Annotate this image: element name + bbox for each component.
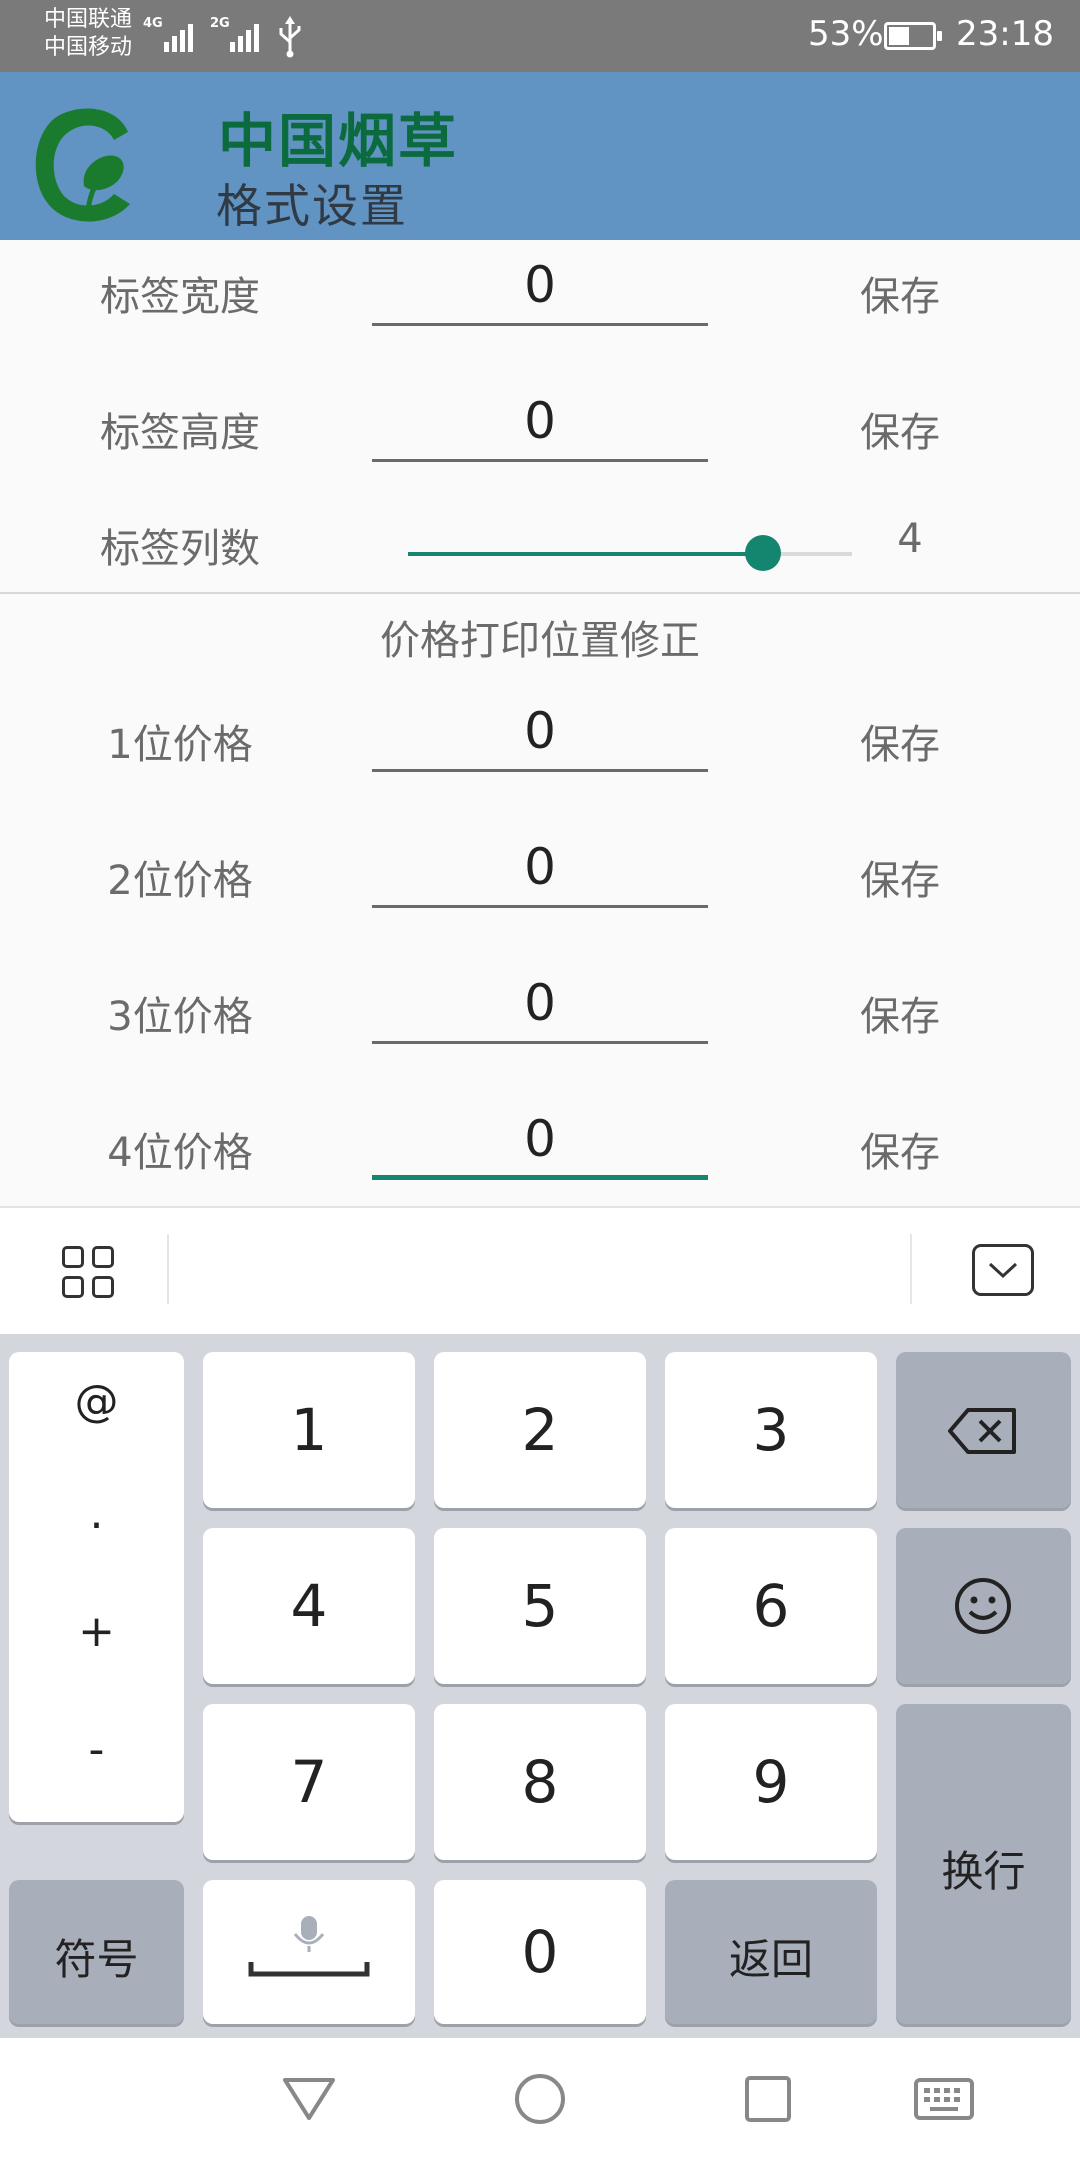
input-underline-focused bbox=[372, 1175, 708, 1180]
app-header: 中国烟草 格式设置 bbox=[0, 72, 1080, 240]
recents-icon[interactable] bbox=[743, 2074, 793, 2124]
input-underline bbox=[372, 1041, 708, 1044]
label-width-value: 0 bbox=[524, 256, 556, 314]
key-9[interactable]: 9 bbox=[665, 1704, 877, 1860]
label-height-value: 0 bbox=[524, 392, 556, 450]
back-key[interactable]: 返回 bbox=[665, 1880, 877, 2024]
input-underline bbox=[372, 323, 708, 326]
backspace-key[interactable] bbox=[896, 1352, 1071, 1508]
symbol-column-key[interactable]: @ . + - bbox=[9, 1352, 184, 1822]
at-symbol[interactable]: @ bbox=[9, 1376, 184, 1427]
label-columns-slider[interactable] bbox=[408, 534, 852, 574]
label-width-label: 标签宽度 bbox=[100, 274, 260, 320]
key-8[interactable]: 8 bbox=[434, 1704, 646, 1860]
emoji-key[interactable] bbox=[896, 1528, 1071, 1684]
network-type-2: 2G bbox=[210, 16, 230, 31]
signal-strength-2-icon bbox=[230, 18, 259, 52]
label-width-input[interactable]: 0 bbox=[372, 246, 708, 326]
home-icon[interactable] bbox=[513, 2072, 567, 2126]
slider-thumb[interactable] bbox=[745, 535, 782, 571]
label-height-label: 标签高度 bbox=[100, 410, 260, 456]
keyboard-hide-icon[interactable] bbox=[972, 1244, 1034, 1296]
clock: 23:18 bbox=[956, 14, 1054, 54]
price-2-value: 0 bbox=[524, 838, 556, 896]
price-4-input[interactable]: 0 bbox=[372, 1100, 708, 1180]
price-3-label: 3位价格 bbox=[107, 994, 253, 1040]
backspace-icon bbox=[948, 1408, 1016, 1454]
toolbar-separator bbox=[167, 1234, 169, 1304]
navigation-bar bbox=[0, 2038, 1080, 2160]
plus-symbol[interactable]: + bbox=[9, 1606, 184, 1657]
numeric-keyboard: @ . + - 1 2 3 4 5 6 7 8 9 换行 符号 0 返回 bbox=[0, 1334, 1080, 2038]
input-underline bbox=[372, 459, 708, 462]
price-section-title: 价格打印位置修正 bbox=[380, 618, 700, 664]
label-height-input[interactable]: 0 bbox=[372, 382, 708, 462]
battery-percent: 53% bbox=[808, 14, 884, 54]
key-2[interactable]: 2 bbox=[434, 1352, 646, 1508]
key-4[interactable]: 4 bbox=[203, 1528, 415, 1684]
back-icon[interactable] bbox=[281, 2074, 337, 2124]
save-label-height-button[interactable]: 保存 bbox=[830, 400, 970, 458]
save-price-2-button[interactable]: 保存 bbox=[830, 848, 970, 906]
price-1-value: 0 bbox=[524, 702, 556, 760]
price-1-label: 1位价格 bbox=[107, 722, 253, 768]
carrier-1: 中国联通 bbox=[44, 7, 133, 32]
price-4-label: 4位价格 bbox=[107, 1130, 253, 1176]
save-price-3-button[interactable]: 保存 bbox=[830, 984, 970, 1042]
minus-symbol[interactable]: - bbox=[9, 1724, 184, 1775]
price-4-value: 0 bbox=[524, 1110, 556, 1168]
input-underline bbox=[372, 905, 708, 908]
toolbar-separator bbox=[910, 1234, 912, 1304]
symbols-key[interactable]: 符号 bbox=[9, 1880, 184, 2024]
key-6[interactable]: 6 bbox=[665, 1528, 877, 1684]
enter-key[interactable]: 换行 bbox=[896, 1704, 1071, 2024]
label-width-row: 标签宽度 0 保存 bbox=[0, 240, 1080, 376]
emoji-icon bbox=[955, 1578, 1011, 1634]
price-2-input[interactable]: 0 bbox=[372, 828, 708, 908]
save-label-width-button[interactable]: 保存 bbox=[830, 264, 970, 322]
label-columns-value: 4 bbox=[897, 516, 923, 562]
key-3[interactable]: 3 bbox=[665, 1352, 877, 1508]
price-row-3: 3位价格 0 保存 bbox=[0, 960, 1080, 1096]
microphone-space-icon bbox=[248, 1916, 370, 1977]
key-7[interactable]: 7 bbox=[203, 1704, 415, 1860]
space-key[interactable] bbox=[203, 1880, 415, 2024]
battery-charging-icon bbox=[884, 22, 942, 50]
label-height-row: 标签高度 0 保存 bbox=[0, 376, 1080, 512]
app-title: 中国烟草 bbox=[218, 107, 459, 175]
key-0[interactable]: 0 bbox=[434, 1880, 646, 2024]
input-underline bbox=[372, 769, 708, 772]
price-2-label: 2位价格 bbox=[107, 858, 253, 904]
usb-icon bbox=[279, 16, 301, 58]
slider-fill bbox=[408, 552, 764, 556]
page-subtitle: 格式设置 bbox=[216, 179, 408, 233]
price-3-value: 0 bbox=[524, 974, 556, 1032]
status-bar: 中国联通 中国移动 4G 2G 53% 23:18 bbox=[0, 0, 1080, 72]
key-5[interactable]: 5 bbox=[434, 1528, 646, 1684]
price-3-input[interactable]: 0 bbox=[372, 964, 708, 1044]
price-1-input[interactable]: 0 bbox=[372, 692, 708, 772]
grid-menu-icon[interactable] bbox=[62, 1246, 118, 1302]
dot-symbol[interactable]: . bbox=[9, 1488, 184, 1539]
carrier-2: 中国移动 bbox=[44, 35, 133, 60]
battery-level-fill bbox=[889, 27, 910, 45]
save-price-1-button[interactable]: 保存 bbox=[830, 712, 970, 770]
signal-strength-1-icon bbox=[164, 18, 193, 52]
price-row-1: 1位价格 0 保存 bbox=[0, 688, 1080, 824]
label-columns-label: 标签列数 bbox=[100, 526, 260, 572]
keyboard-toolbar bbox=[0, 1206, 1080, 1334]
carrier-names: 中国联通 中国移动 bbox=[44, 6, 132, 62]
key-1[interactable]: 1 bbox=[203, 1352, 415, 1508]
section-divider bbox=[0, 592, 1080, 594]
keyboard-switch-icon[interactable] bbox=[913, 2074, 975, 2124]
network-type-1: 4G bbox=[143, 16, 163, 31]
save-price-4-button[interactable]: 保存 bbox=[830, 1120, 970, 1178]
price-row-2: 2位价格 0 保存 bbox=[0, 824, 1080, 960]
tobacco-leaf-logo bbox=[35, 108, 130, 222]
